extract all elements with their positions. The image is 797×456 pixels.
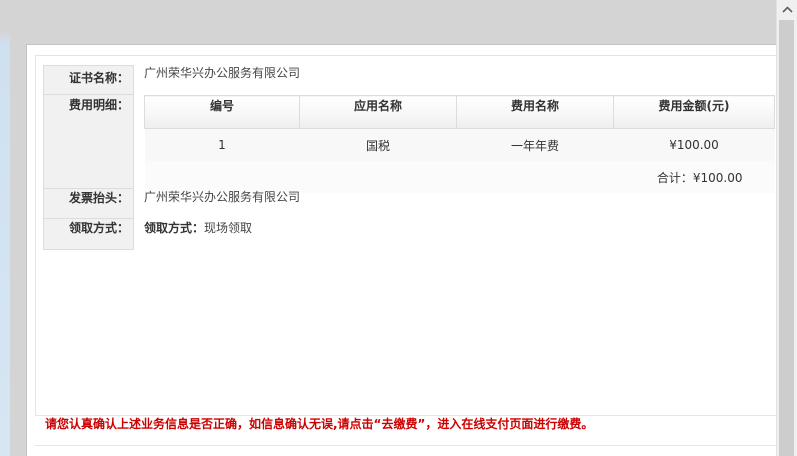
scroll-up-button[interactable] [777,0,797,18]
fee-table-header-amount: 费用金额(元) [613,95,775,129]
background-strip [0,0,10,456]
vertical-scrollbar[interactable] [776,0,797,456]
fee-table: 编号 应用名称 费用名称 费用金额(元) 1 国税 一年年费 ¥100.00 合… [144,95,775,193]
fee-amount-cell: ¥100.00 [613,128,775,161]
order-confirm-dialog: 证书名称： 广州荣华兴办公服务有限公司 费用明细： 编号 应用名称 费用名称 费… [26,44,778,456]
divider [35,415,778,416]
cert-name-value: 广州荣华兴办公服务有限公司 [144,66,301,80]
cert-name-label: 证书名称： [43,65,134,95]
fee-table-header-fee-name: 费用名称 [456,95,614,129]
divider [35,445,778,446]
total-row: 合计：¥100.00 [144,161,775,193]
fee-app-cell: 国税 [299,128,457,161]
invoice-title-label: 发票抬头： [43,188,134,219]
scrollbar-thumb[interactable] [779,20,794,456]
pickup-method-prefix: 领取方式： [144,221,205,235]
fee-no-cell: 1 [144,128,300,161]
pickup-method-text: 现场领取 [204,221,253,235]
fee-name-cell: 一年年费 [456,128,614,161]
pickup-method-label: 领取方式： [43,218,134,250]
chevron-up-icon [781,5,793,13]
fee-detail-label: 费用明细： [43,94,134,189]
fee-table-header-app: 应用名称 [299,95,457,129]
invoice-title-value: 广州荣华兴办公服务有限公司 [144,190,301,204]
pickup-method-value: 领取方式：现场领取 [144,221,252,235]
fee-table-header-no: 编号 [144,95,300,129]
confirm-notice: 请您认真确认上述业务信息是否正确，如信息确认无误,请点击“去缴费”，进入在线支付… [45,417,594,431]
table-row: 1 国税 一年年费 ¥100.00 [144,128,775,161]
fee-total: 合计：¥100.00 [144,161,775,193]
